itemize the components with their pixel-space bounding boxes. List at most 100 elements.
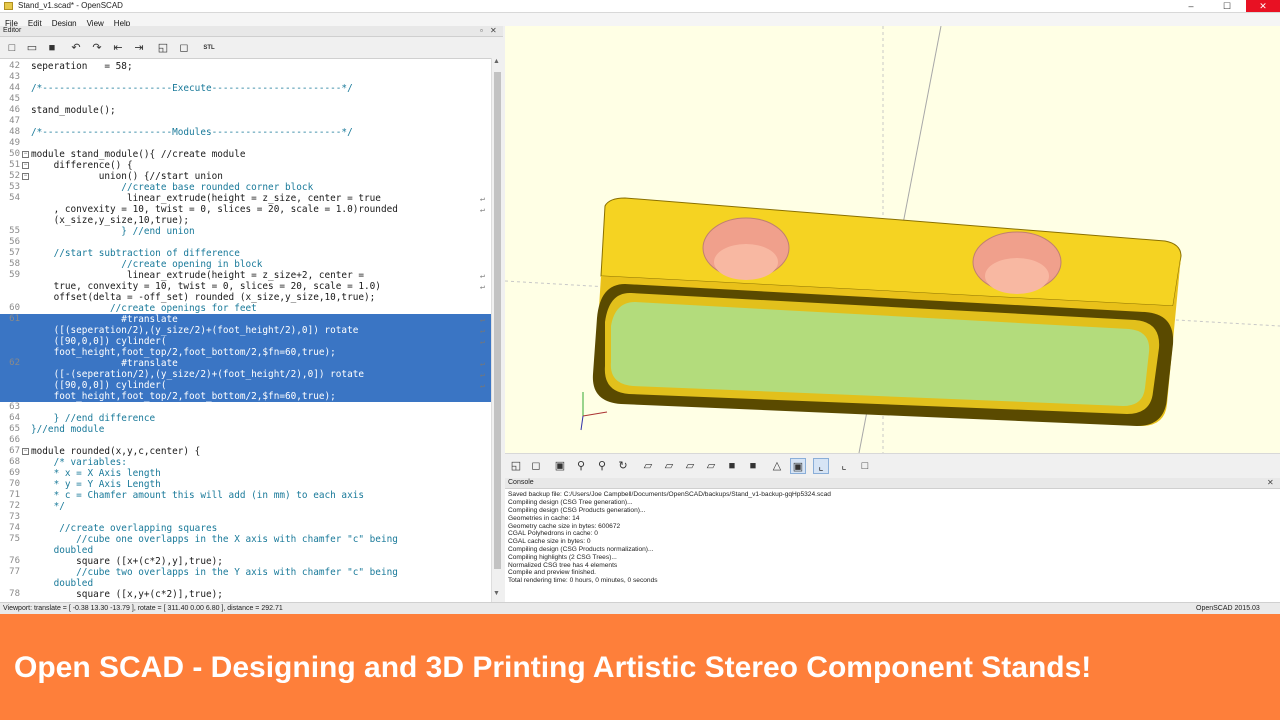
save-file-icon[interactable]: ■ [44, 40, 60, 56]
code-text: }//end module [31, 424, 105, 435]
console-close-button[interactable]: ✕ [1267, 478, 1274, 488]
code-line[interactable]: ([90,0,0]) cylinder(↵ [0, 336, 491, 347]
unindent-icon[interactable]: ⇤ [110, 40, 126, 56]
code-line[interactable]: 77 //cube two overlapps in the Y axis wi… [0, 567, 491, 578]
code-line[interactable]: 46 stand_module(); [0, 105, 491, 116]
code-line[interactable]: 76 square ([x+(c*2),y],true); [0, 556, 491, 567]
scroll-up-icon[interactable]: ▲ [493, 58, 500, 65]
code-line[interactable]: 56 [0, 237, 491, 248]
code-line[interactable]: 48 /*-----------------------Modules------… [0, 127, 491, 138]
view-left-icon[interactable]: ▱ [703, 458, 719, 474]
code-line[interactable]: 72 */ [0, 501, 491, 512]
code-line[interactable]: 69 * x = X Axis length [0, 468, 491, 479]
fold-toggle-icon[interactable]: − [22, 162, 29, 169]
code-line[interactable]: 59 linear_extrude(height = z_size+2, cen… [0, 270, 491, 281]
code-line[interactable]: , convexity = 10, twist = 0, slices = 20… [0, 204, 491, 215]
code-text: ([90,0,0]) cylinder( [31, 380, 167, 391]
code-editor[interactable]: 42 seperation = 58; 43 44 /*----------------… [0, 58, 491, 603]
code-line[interactable]: true, convexity = 10, twist = 0, slices … [0, 281, 491, 292]
code-text: * x = X Axis length [31, 468, 161, 479]
reset-view-icon[interactable]: ↻ [615, 458, 631, 474]
code-line[interactable]: 54 linear_extrude(height = z_size, cente… [0, 193, 491, 204]
code-line[interactable]: 61 #translate ↵ [0, 314, 491, 325]
fold-toggle-icon[interactable]: − [22, 173, 29, 180]
code-line[interactable]: 78 square ([x,y+(c*2)],true); [0, 589, 491, 600]
code-line[interactable]: 74 //create overlapping squares [0, 523, 491, 534]
code-line[interactable]: doubled [0, 578, 491, 589]
view-top-icon[interactable]: ▱ [661, 458, 677, 474]
redo-icon[interactable]: ↷ [89, 40, 105, 56]
preview-icon[interactable]: ◱ [155, 40, 171, 56]
code-line[interactable]: (x_size,y_size,10,true); [0, 215, 491, 226]
fold-toggle-icon[interactable]: − [22, 448, 29, 455]
3d-viewport[interactable] [505, 26, 1280, 453]
maximize-button[interactable]: ☐ [1210, 0, 1244, 12]
code-line[interactable]: 57 //start subtraction of difference [0, 248, 491, 259]
editor-close-button[interactable]: ✕ [490, 26, 497, 36]
editor-float-button[interactable]: ▫ [480, 26, 483, 36]
new-file-icon[interactable]: □ [4, 40, 20, 56]
view-front-icon[interactable]: ■ [724, 458, 740, 474]
code-line[interactable]: 47 [0, 116, 491, 127]
undo-icon[interactable]: ↶ [68, 40, 84, 56]
code-line[interactable]: 67− module rounded(x,y,c,center) { [0, 446, 491, 457]
code-line[interactable]: 45 [0, 94, 491, 105]
code-line[interactable]: 71 * c = Chamfer amount this will add (i… [0, 490, 491, 501]
show-edges-icon[interactable]: □ [857, 458, 873, 474]
show-scale-icon[interactable]: ⌞ [836, 458, 852, 474]
code-line[interactable]: 70 * y = Y Axis Length [0, 479, 491, 490]
code-line[interactable]: 65}//end module [0, 424, 491, 435]
code-line[interactable]: 42 seperation = 58; [0, 61, 491, 72]
show-axes-icon[interactable]: ⌞ [813, 458, 829, 474]
code-line[interactable]: 53 //create base rounded corner block [0, 182, 491, 193]
line-number: 44 [9, 83, 20, 93]
editor-dock-header: Editor ▫ ✕ [0, 26, 503, 37]
banner-title: Open SCAD - Designing and 3D Printing Ar… [14, 651, 1092, 684]
code-line[interactable]: ([90,0,0]) cylinder(↵ [0, 380, 491, 391]
code-line[interactable]: 75 //cube one overlapps in the X axis wi… [0, 534, 491, 545]
view-back-icon[interactable]: ■ [745, 458, 761, 474]
code-line[interactable]: 66 [0, 435, 491, 446]
orthogonal-icon[interactable]: ▣ [790, 458, 806, 474]
code-line[interactable]: 63 [0, 402, 491, 413]
code-line[interactable]: 52− union() {//start union [0, 171, 491, 182]
scroll-down-icon[interactable]: ▼ [493, 590, 500, 597]
editor-scroll-thumb[interactable] [494, 72, 501, 569]
code-line[interactable]: doubled [0, 545, 491, 556]
render-icon[interactable]: ◻ [176, 40, 192, 56]
code-line[interactable]: foot_height,foot_top/2,foot_bottom/2,$fn… [0, 391, 491, 402]
code-line[interactable]: 60 //create openings for feet [0, 303, 491, 314]
code-line[interactable]: 44 /*-----------------------Execute------… [0, 83, 491, 94]
editor-scrollbar[interactable]: ▲ ▼ [491, 58, 503, 602]
code-line[interactable]: 64 } //end difference [0, 413, 491, 424]
view-right-icon[interactable]: ▱ [640, 458, 656, 474]
code-line[interactable]: 58 //create opening in block [0, 259, 491, 270]
perspective-icon[interactable]: △ [769, 458, 785, 474]
code-line[interactable]: 62 #translate ↵ [0, 358, 491, 369]
open-file-icon[interactable]: ▭ [24, 40, 40, 56]
code-line[interactable]: ([-(seperation/2),(y_size/2)+(foot_heigh… [0, 369, 491, 380]
view-bottom-icon[interactable]: ▱ [682, 458, 698, 474]
code-line[interactable]: 55 } //end union [0, 226, 491, 237]
view-all-icon[interactable]: ▣ [552, 458, 568, 474]
code-line[interactable]: 43 [0, 72, 491, 83]
console-dock-header: Console ✕ [505, 478, 1280, 489]
minimize-button[interactable]: – [1174, 0, 1208, 12]
zoom-out-icon[interactable]: ⚲ [594, 458, 610, 474]
indent-icon[interactable]: ⇥ [131, 40, 147, 56]
preview-icon[interactable]: ◱ [508, 458, 524, 474]
code-line[interactable]: 50− module stand_module(){ //create modul… [0, 149, 491, 160]
close-window-button[interactable]: ✕ [1246, 0, 1280, 12]
fold-toggle-icon[interactable]: − [22, 151, 29, 158]
code-line[interactable]: offset(delta = -off_set) rounded (x_size… [0, 292, 491, 303]
code-line[interactable]: foot_height,foot_top/2,foot_bottom/2,$fn… [0, 347, 491, 358]
code-line[interactable]: 73 [0, 512, 491, 523]
code-line[interactable]: 51− difference() { [0, 160, 491, 171]
zoom-in-icon[interactable]: ⚲ [573, 458, 589, 474]
export-stl-icon[interactable]: STL [201, 40, 217, 56]
code-text: true, convexity = 10, twist = 0, slices … [31, 281, 381, 292]
code-line[interactable]: 68 /* variables: [0, 457, 491, 468]
code-line[interactable]: ([(seperation/2),(y_size/2)+(foot_height… [0, 325, 491, 336]
code-line[interactable]: 49 [0, 138, 491, 149]
render-icon[interactable]: ◻ [528, 458, 544, 474]
